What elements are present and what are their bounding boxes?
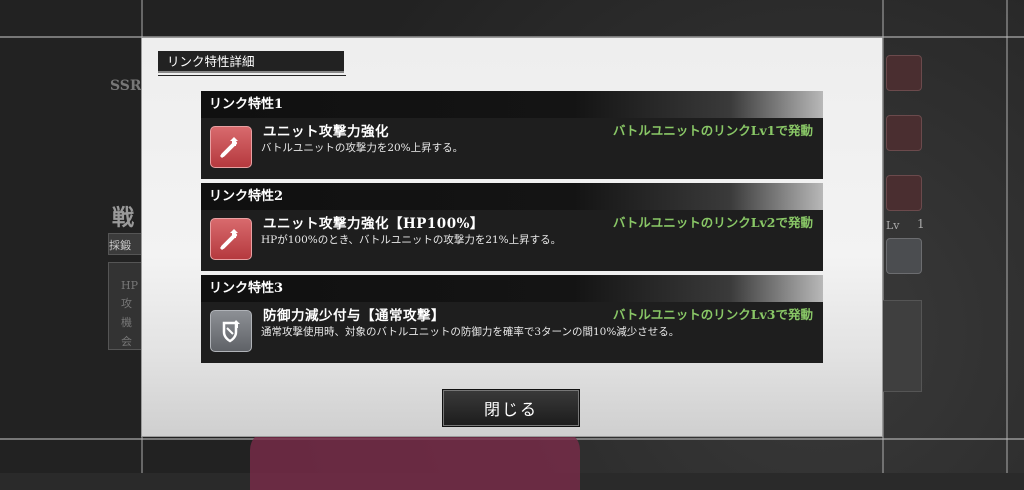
link-skill-name: ユニット攻撃力強化【HP100%】 (263, 216, 484, 232)
bg-skill-icon (886, 238, 922, 274)
bg-skill-icon (886, 55, 922, 91)
bg-stats-panel: HP 攻 機 会 (108, 262, 143, 350)
bg-unit-art (250, 430, 580, 490)
bg-lv-value: 1 (917, 217, 925, 231)
bg-rarity-badge: SSR (110, 78, 142, 94)
link-activation-condition: バトルユニットのリンクLv1で発動 (612, 123, 813, 138)
close-button[interactable]: 閉じる (442, 389, 580, 427)
bg-grid-line (1006, 0, 1008, 473)
link-activation-condition: バトルユニットのリンクLv3で発動 (612, 307, 813, 322)
sword-up-icon (210, 218, 252, 260)
bg-stat-label: 機 (121, 316, 132, 329)
link-card-header: リンク特性3 (201, 275, 823, 302)
link-activation-condition: バトルユニットのリンクLv2で発動 (612, 215, 813, 230)
bg-tab: 採鍛 (108, 233, 143, 255)
link-skill-name: 防御力減少付与【通常攻撃】 (263, 308, 445, 324)
bg-tab-label: 採鍛 (109, 239, 131, 252)
link-skill-description: HPが100%のとき、バトルユニットの攻撃力を21%上昇する。 (261, 234, 562, 246)
link-card-header: リンク特性1 (201, 91, 823, 118)
link-card-body: ユニット攻撃力強化【HP100%】 バトルユニットのリンクLv2で発動 HPが1… (201, 210, 823, 271)
link-skill-description: バトルユニットの攻撃力を20%上昇する。 (261, 142, 464, 154)
bg-stat-label: HP (121, 279, 138, 292)
sword-up-icon (210, 126, 252, 168)
bg-side-panel (882, 300, 922, 392)
bg-grid-line (882, 0, 884, 473)
bg-stat-label: 攻 (121, 297, 132, 310)
bg-title-char: 戦 (112, 205, 135, 231)
dialog-title: リンク特性詳細 (158, 51, 346, 76)
link-card-1: リンク特性1 ユニット攻撃力強化 バトルユニットのリンクLv1で発動 バトルユニ… (201, 91, 823, 179)
link-skill-name: ユニット攻撃力強化 (263, 124, 389, 140)
bg-stat-label: 会 (121, 335, 132, 348)
link-card-body: 防御力減少付与【通常攻撃】 バトルユニットのリンクLv3で発動 通常攻撃使用時、… (201, 302, 823, 363)
link-card-header: リンク特性2 (201, 183, 823, 210)
link-card-body: ユニット攻撃力強化 バトルユニットのリンクLv1で発動 バトルユニットの攻撃力を… (201, 118, 823, 179)
bg-skill-icon (886, 175, 922, 211)
link-detail-dialog: リンク特性詳細 リンク特性1 ユニット攻撃力強化 バトルユニットのリンクLv1で… (142, 38, 882, 436)
shield-down-icon (210, 310, 252, 352)
bg-lv-label: Lv (886, 219, 900, 232)
bg-skill-icon (886, 115, 922, 151)
link-skill-description: 通常攻撃使用時、対象のバトルユニットの防御力を確率で3ターンの間10%減少させる… (261, 326, 680, 338)
link-card-3: リンク特性3 防御力減少付与【通常攻撃】 バトルユニットのリンクLv3で発動 通… (201, 275, 823, 363)
link-card-2: リンク特性2 ユニット攻撃力強化【HP100%】 バトルユニットのリンクLv2で… (201, 183, 823, 271)
